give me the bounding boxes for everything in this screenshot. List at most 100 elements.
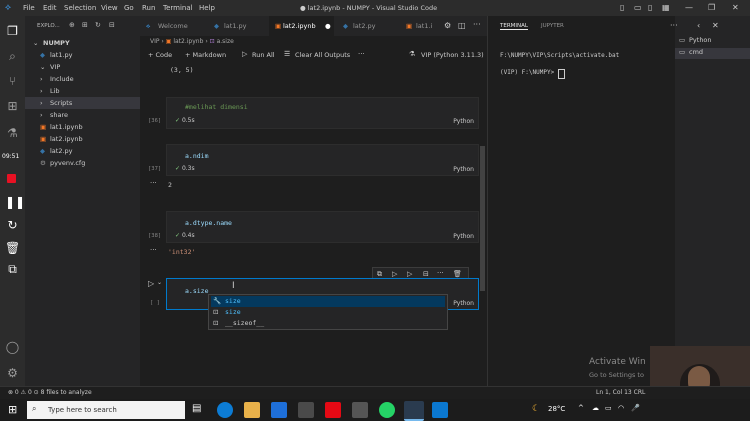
delete-icon[interactable]: 🗑 (5, 241, 20, 256)
edge-icon[interactable] (217, 402, 233, 418)
suggestion-item[interactable]: ⊡ __sizeof__ (211, 318, 445, 329)
cell-language[interactable]: Python (453, 233, 474, 240)
settings-gear-icon[interactable]: ⚙ (5, 366, 20, 381)
cloud-icon[interactable]: ☁ (592, 404, 599, 412)
breadcrumb-item[interactable]: a.size (217, 38, 234, 45)
menu-selection[interactable]: Selection (64, 4, 96, 12)
refresh-icon[interactable]: ↻ (95, 21, 101, 29)
chevron-left-icon[interactable]: ‹ (697, 21, 700, 30)
close-icon[interactable]: ✕ (732, 3, 739, 12)
tree-item-include[interactable]: › Include (25, 73, 140, 85)
wifi-icon[interactable]: ◠ (618, 404, 624, 412)
add-markdown-button[interactable]: + Markdown (185, 51, 226, 59)
tree-item-vip[interactable]: ⌄ VIP (25, 61, 140, 73)
account-icon[interactable]: ◯ (5, 340, 20, 355)
weather-temperature[interactable]: 28°C (548, 405, 565, 413)
problems-status[interactable]: ⊗ 0 ⚠ 0 ⊙ 8 files to analyze (8, 389, 92, 396)
clear-outputs-icon[interactable]: ☰ (284, 50, 290, 58)
app-icon[interactable] (352, 402, 368, 418)
more-actions-icon[interactable]: ··· (473, 20, 481, 29)
new-file-icon[interactable]: ⊕ (69, 21, 75, 29)
restart-icon[interactable]: ↻ (5, 218, 20, 233)
output-more-icon[interactable]: ··· (150, 179, 157, 187)
tree-item-lat1-ipynb[interactable]: ▣ lat1.ipynb (25, 121, 140, 133)
collapse-all-icon[interactable]: ⊟ (109, 21, 115, 29)
notebook-cell[interactable]: a.dtype.name ✓ 0.4s Python (166, 211, 479, 243)
cell-code[interactable]: a.ndim (185, 152, 208, 160)
task-view-icon[interactable]: ▤ (192, 403, 201, 414)
terminal-item-python[interactable]: ▭ Python (675, 36, 750, 47)
tree-item-lat2-py[interactable]: ◆ lat2.py (25, 145, 140, 157)
search-icon[interactable]: ⌕ (5, 49, 20, 64)
notebook-cell[interactable]: #melihat dimensi ✓ 0.5s Python (166, 97, 479, 129)
taskbar-search-box[interactable]: ⌕ Type here to search (27, 401, 185, 419)
terminal-prompt[interactable]: (VIP) F:\NUMPY> (500, 69, 554, 76)
record-stop-icon[interactable] (7, 174, 16, 183)
tree-item-lat2-ipynb[interactable]: ▣ lat2.ipynb (25, 133, 140, 145)
toolbar-more-icon[interactable]: ··· (358, 50, 365, 58)
file-explorer-icon[interactable] (244, 402, 260, 418)
terminal-item-cmd[interactable]: ▭ cmd (675, 48, 750, 59)
tab-lat1-py[interactable]: ◆ lat1.py (206, 16, 268, 36)
layout-sidebar-icon[interactable]: ▯ (620, 3, 624, 12)
system-tray-chevron-icon[interactable]: ^ (578, 404, 584, 412)
suggestion-item[interactable]: ⊡ size (211, 307, 445, 318)
cell-code-input[interactable]: a.size (185, 287, 208, 295)
kernel-picker[interactable]: VIP (Python 3.11.3) (421, 51, 484, 59)
mail-icon[interactable] (271, 402, 287, 418)
testing-icon[interactable]: ⚗ (5, 126, 20, 141)
gear-icon[interactable]: ⚙ (444, 21, 451, 30)
tree-item-lat1-py[interactable]: ◆ lat1.py (25, 49, 140, 61)
menu-help[interactable]: Help (199, 4, 215, 12)
execute-above-icon[interactable]: ▷ (392, 270, 397, 278)
cell-language[interactable]: Python (453, 300, 474, 307)
cell-language[interactable]: Python (453, 118, 474, 125)
cell-code[interactable]: #melihat dimensi (185, 103, 248, 111)
source-control-icon[interactable]: ⑂ (5, 74, 20, 89)
tree-item-share[interactable]: › share (25, 109, 140, 121)
menu-go[interactable]: Go (124, 4, 134, 12)
output-more-icon[interactable]: ··· (150, 246, 157, 254)
close-panel-icon[interactable]: ✕ (712, 21, 719, 30)
cursor-position[interactable]: Ln 1, Col 13 CRL (596, 389, 645, 396)
zoom-icon[interactable] (432, 402, 448, 418)
cell-code[interactable]: a.dtype.name (185, 219, 232, 227)
layout-panel-icon[interactable]: ▭ (634, 3, 642, 12)
vscode-taskbar-icon[interactable] (404, 401, 424, 421)
menu-view[interactable]: View (101, 4, 118, 12)
tree-item-pyvenv-cfg[interactable]: ⚙ pyvenv.cfg (25, 157, 140, 169)
tree-root-numpy[interactable]: ⌄ NUMPY (25, 37, 140, 49)
netflix-icon[interactable] (325, 402, 341, 418)
more-actions-icon[interactable]: ··· (670, 21, 678, 30)
store-icon[interactable] (298, 402, 314, 418)
whatsapp-icon[interactable] (379, 402, 395, 418)
split-cell-icon[interactable]: ⊟ (423, 270, 429, 278)
split-editor-icon[interactable]: ◫ (458, 21, 466, 30)
battery-icon[interactable]: ▭ (605, 404, 612, 412)
tab-lat2-py[interactable]: ◆ lat2.py (335, 16, 400, 36)
breadcrumb-item[interactable]: VIP (150, 38, 160, 45)
unsaved-dot-icon[interactable]: ● (325, 16, 331, 36)
tab-lat2-ipynb[interactable]: ▣ lat2.ipynb ● (269, 16, 334, 36)
crop-icon[interactable]: ⧉ (5, 262, 20, 277)
tab-terminal[interactable]: TERMINAL (500, 23, 528, 30)
execute-below-icon[interactable]: ▷ (407, 270, 412, 278)
chevron-down-icon[interactable]: ⌄ (157, 279, 162, 286)
cell-language[interactable]: Python (453, 166, 474, 173)
pause-icon[interactable]: ❚❚ (5, 195, 25, 210)
add-code-button[interactable]: + Code (148, 51, 172, 59)
run-all-icon[interactable]: ▷ (242, 50, 247, 58)
clear-all-outputs-button[interactable]: Clear All Outputs (295, 51, 350, 59)
extensions-icon[interactable]: ⊞ (5, 99, 20, 114)
menu-run[interactable]: Run (142, 4, 155, 12)
run-cell-icon[interactable]: ▷ (148, 279, 154, 288)
tree-item-lib[interactable]: › Lib (25, 85, 140, 97)
tab-lat1-ipynb[interactable]: ▣ lat1.i (402, 16, 444, 36)
scrollbar[interactable] (480, 146, 485, 291)
suggestion-item[interactable]: 🔧 size (211, 296, 445, 307)
tab-welcome[interactable]: ⟡ Welcome (140, 16, 205, 36)
tree-item-scripts[interactable]: › Scripts (25, 97, 140, 109)
minimize-icon[interactable]: — (685, 3, 693, 12)
breadcrumb-item[interactable]: lat2.ipynb (173, 38, 203, 45)
tab-jupyter[interactable]: JUPYTER (541, 23, 564, 29)
